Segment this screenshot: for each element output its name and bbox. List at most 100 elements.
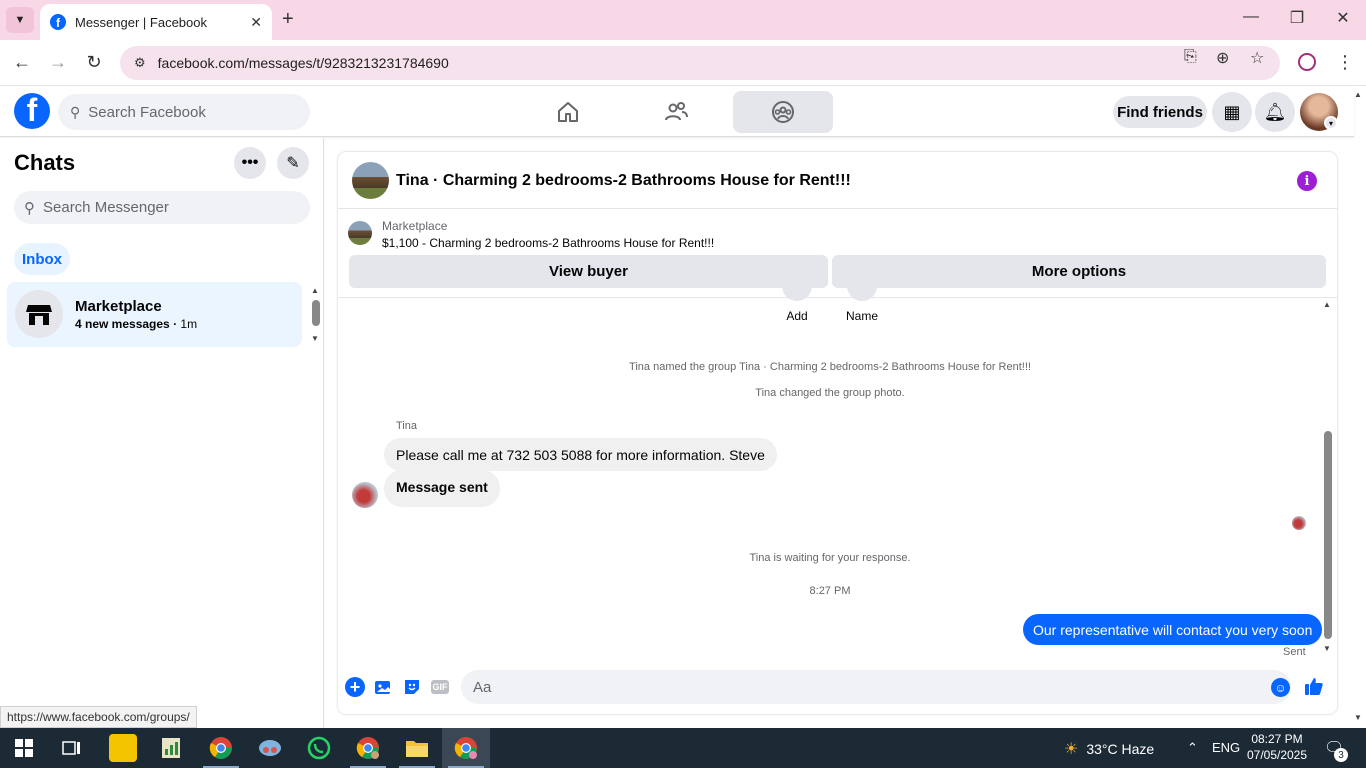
incoming-message-bubble[interactable]: Please call me at 732 503 5088 for more … xyxy=(384,438,777,471)
tab-title: Messenger | Facebook xyxy=(75,14,207,30)
input-language[interactable]: ENG xyxy=(1212,740,1240,755)
clock-time: 08:27 PM xyxy=(1251,732,1303,746)
nav-groups[interactable] xyxy=(733,91,833,133)
system-message-photo: Tina changed the group photo. xyxy=(755,387,905,399)
message-input-placeholder: Aa xyxy=(473,678,492,696)
file-explorer-icon[interactable] xyxy=(403,734,431,762)
weather-text: 33°C Haze xyxy=(1086,741,1155,757)
status-bar-url: https://www.facebook.com/groups/ xyxy=(0,706,197,728)
chrome-icon[interactable] xyxy=(207,734,235,762)
thread-scrollbar[interactable] xyxy=(1324,431,1332,639)
haze-weather-icon: ☀ xyxy=(1064,741,1079,758)
minimize-button[interactable]: — xyxy=(1236,8,1266,26)
emoji-icon[interactable]: ☺ xyxy=(1271,678,1290,697)
chat-time: 1m xyxy=(180,317,198,331)
close-window-button[interactable]: ✕ xyxy=(1328,8,1358,28)
find-friends-button[interactable]: Find friends xyxy=(1113,96,1207,128)
chats-sidebar: Chats ••• ✎ ⚲ Search Messenger Inbox Mar… xyxy=(0,138,324,728)
scroll-up-arrow[interactable]: ▲ xyxy=(311,286,319,295)
browser-profile-icon[interactable] xyxy=(1298,53,1316,71)
chrome-profile-icon[interactable] xyxy=(354,734,382,762)
forward-button[interactable]: → xyxy=(46,52,70,73)
whatsapp-icon[interactable] xyxy=(305,734,333,762)
grid-icon: ▦ xyxy=(1223,101,1241,122)
new-tab-button[interactable]: + xyxy=(282,8,294,31)
messenger-search-input[interactable]: ⚲ Search Messenger xyxy=(14,191,310,224)
listing-thumbnail[interactable] xyxy=(348,221,372,245)
attach-photo-icon[interactable] xyxy=(373,677,393,697)
sidebar-scrollbar[interactable] xyxy=(312,300,320,326)
home-icon xyxy=(558,102,578,122)
add-people-circle[interactable] xyxy=(782,285,812,301)
message-input[interactable]: Aa xyxy=(461,670,1291,704)
spreadsheet-app-icon[interactable] xyxy=(157,734,185,762)
sent-status: Sent xyxy=(1283,646,1306,658)
chat-list-item-marketplace[interactable]: Marketplace 4 new messages · 1m xyxy=(7,282,302,347)
tab-close-icon[interactable]: ✕ xyxy=(250,14,262,31)
chrome-active-icon[interactable] xyxy=(452,734,480,762)
name-group-circle[interactable] xyxy=(847,285,877,301)
browser-menu-icon[interactable]: ⋮ xyxy=(1336,52,1354,73)
sender-avatar[interactable] xyxy=(352,482,378,508)
menu-grid-button[interactable]: ▦ xyxy=(1212,92,1252,132)
sticky-notes-icon[interactable] xyxy=(109,734,137,762)
view-buyer-button[interactable]: View buyer xyxy=(349,255,828,288)
system-message-renamed: Tina named the group Tina · Charming 2 b… xyxy=(629,361,1031,373)
groups-icon xyxy=(772,101,794,123)
scroll-down-arrow[interactable]: ▼ xyxy=(311,334,319,343)
address-bar[interactable]: ⚙ facebook.com/messages/t/92832132317846… xyxy=(120,46,1280,80)
new-message-button[interactable]: ✎ xyxy=(277,147,309,179)
page-scroll-up-arrow[interactable]: ▲ xyxy=(1354,90,1362,99)
incoming-message-bubble[interactable]: Message sent xyxy=(384,470,500,507)
plus-icon[interactable]: + xyxy=(345,677,365,697)
zoom-icon[interactable]: ⊕ xyxy=(1216,48,1229,68)
install-app-icon[interactable]: ⎘ xyxy=(1184,48,1197,66)
weather-widget[interactable]: ☀ 33°C Haze xyxy=(1064,739,1154,759)
tab-search-button[interactable]: ▼ xyxy=(6,7,34,33)
bookmark-star-icon[interactable]: ☆ xyxy=(1250,48,1264,68)
site-settings-icon[interactable]: ⚙ xyxy=(134,55,146,71)
thumbs-up-icon[interactable] xyxy=(1304,676,1324,702)
compose-icon: ✎ xyxy=(286,155,300,172)
windows-start-icon[interactable] xyxy=(10,734,38,762)
read-receipt-avatar xyxy=(1292,516,1306,530)
browser-tab[interactable]: f Messenger | Facebook ✕ xyxy=(40,4,272,40)
page-scroll-down-arrow[interactable]: ▼ xyxy=(1354,713,1362,722)
inbox-filter-tab[interactable]: Inbox xyxy=(14,243,70,275)
more-options-button[interactable]: More options xyxy=(832,255,1326,288)
gif-icon[interactable]: GIF xyxy=(431,680,449,694)
system-message-waiting: Tina is waiting for your response. xyxy=(749,552,911,564)
search-icon: ⚲ xyxy=(24,199,35,217)
scroll-up-arrow[interactable]: ▲ xyxy=(1323,300,1331,309)
listing-title[interactable]: $1,100 - Charming 2 bedrooms-2 Bathrooms… xyxy=(382,236,714,250)
show-hidden-icons-chevron-icon[interactable]: ⌃ xyxy=(1187,740,1198,756)
restore-button[interactable]: ❐ xyxy=(1282,8,1312,28)
reload-button[interactable]: ↻ xyxy=(82,52,106,73)
info-icon[interactable]: i xyxy=(1297,171,1317,191)
outgoing-message-bubble[interactable]: Our representative will contact you very… xyxy=(1023,614,1323,645)
facebook-search-placeholder: Search Facebook xyxy=(88,103,206,121)
more-icon: ••• xyxy=(241,154,259,171)
task-view-icon[interactable] xyxy=(58,734,86,762)
back-button[interactable]: ← xyxy=(10,52,34,73)
sticker-icon[interactable] xyxy=(402,677,422,697)
clock[interactable]: 08:27 PM 07/05/2025 xyxy=(1246,731,1308,763)
facebook-logo-icon[interactable]: f xyxy=(14,93,50,129)
message-thread: Add Name Tina named the group Tina · Cha… xyxy=(338,285,1337,659)
facebook-search-input[interactable]: ⚲ Search Facebook xyxy=(58,94,310,130)
nav-home[interactable] xyxy=(518,91,618,133)
facebook-header: f ⚲ Search Facebook Find friends ▦ 🔔︎ ▾ xyxy=(0,87,1354,137)
scroll-down-arrow[interactable]: ▼ xyxy=(1323,644,1331,653)
nav-friends[interactable] xyxy=(626,91,726,133)
conversation-title[interactable]: Tina · Charming 2 bedrooms-2 Bathrooms H… xyxy=(396,172,851,190)
chat-options-button[interactable]: ••• xyxy=(234,147,266,179)
browser-tab-bar: ▼ f Messenger | Facebook ✕ + — ❐ ✕ xyxy=(0,0,1366,40)
notifications-button[interactable]: 🔔︎ xyxy=(1255,92,1295,132)
clock-date: 07/05/2025 xyxy=(1246,748,1308,762)
group-photo[interactable] xyxy=(352,162,389,199)
marketplace-label: Marketplace xyxy=(382,219,448,233)
name-label[interactable]: Name xyxy=(832,309,892,323)
chevron-down-icon[interactable]: ▾ xyxy=(1324,116,1338,130)
add-label[interactable]: Add xyxy=(767,309,827,323)
snipping-tool-icon[interactable] xyxy=(256,734,284,762)
